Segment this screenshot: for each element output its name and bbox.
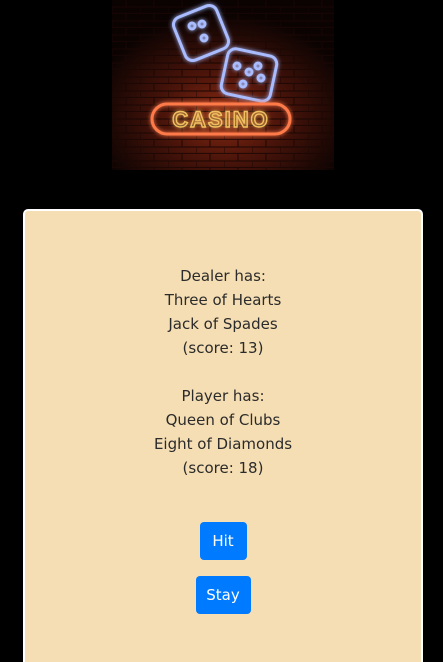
stay-button[interactable]: Stay bbox=[195, 576, 251, 614]
player-heading: Player has: bbox=[181, 387, 265, 405]
dealer-card: Jack of Spades bbox=[168, 315, 278, 333]
casino-banner: CASINO bbox=[112, 0, 334, 170]
page: CASINO Dealer has: Three of Hearts Jack … bbox=[0, 0, 443, 662]
casino-sign-text: CASINO bbox=[172, 107, 270, 132]
player-card: Queen of Clubs bbox=[165, 411, 281, 429]
dealer-heading: Dealer has: bbox=[180, 267, 266, 285]
blackjack-card: Dealer has: Three of Hearts Jack of Spad… bbox=[23, 209, 423, 662]
player-score: (score: 18) bbox=[182, 459, 264, 477]
player-hand: Player has: Queen of Clubs Eight of Diam… bbox=[25, 384, 421, 480]
dealer-card: Three of Hearts bbox=[164, 291, 282, 309]
dealer-hand: Dealer has: Three of Hearts Jack of Spad… bbox=[25, 264, 421, 360]
player-card: Eight of Diamonds bbox=[153, 435, 293, 453]
hit-button[interactable]: Hit bbox=[199, 522, 247, 560]
dealer-score: (score: 13) bbox=[182, 339, 264, 357]
casino-neon-image: CASINO bbox=[112, 0, 334, 170]
